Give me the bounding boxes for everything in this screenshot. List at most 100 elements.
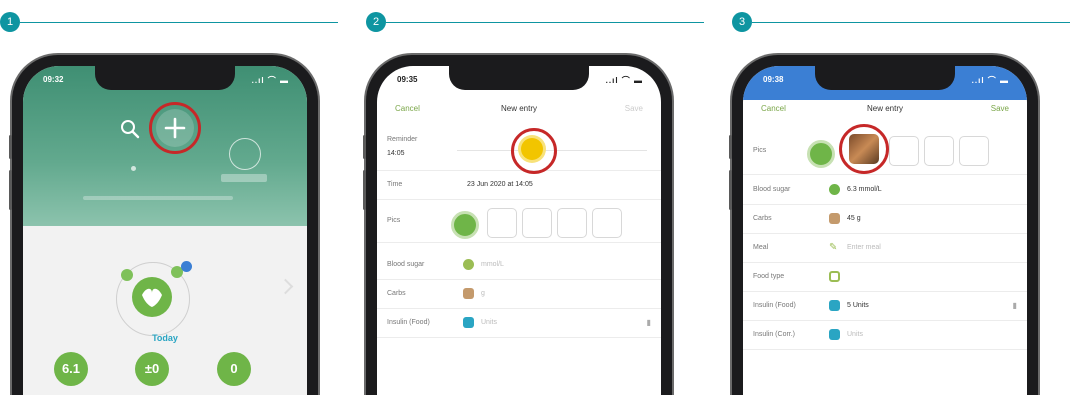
step-number: 1 (0, 12, 20, 32)
step-divider (20, 21, 338, 23)
phone-screen: 09:38 ..ıl ⌒ ▬ Cancel New entry Save Pic… (743, 66, 1027, 395)
status-icons: ..ıl ⌒ ▬ (251, 76, 289, 85)
insulin-icon (829, 300, 840, 311)
volume-button (9, 170, 12, 210)
reminder-value: 14:05 (387, 150, 405, 157)
phone-screen: 09:35 ..ıl ⌒ ▬ Cancel New entry Save Rem… (377, 66, 661, 395)
photo-slot[interactable] (959, 136, 989, 166)
row-label: Carbs (753, 215, 772, 222)
stat-bubble[interactable]: 6.1 (54, 352, 88, 386)
row-label: Insulin (Food) (387, 319, 430, 326)
time-value: 23 Jun 2020 at 14:05 (467, 181, 533, 188)
status-time: 09:35 (397, 75, 418, 84)
entry-row[interactable]: Carbs 45 g (743, 205, 1027, 234)
volume-button (729, 170, 732, 210)
row-value[interactable]: Units (481, 319, 497, 326)
food-type-icon (829, 271, 840, 282)
row-value[interactable]: mmol/L (481, 261, 504, 268)
pen-icon[interactable]: ▮ (1013, 301, 1017, 310)
step-1: 1 09:32 ..ıl ⌒ ▬ Today 6.1 ±0 0 (0, 0, 340, 395)
pics-label: Pics (387, 217, 401, 224)
row-value[interactable]: Units (847, 331, 863, 338)
pics-label: Pics (753, 147, 767, 154)
reminder-label: Reminder (387, 136, 418, 143)
stat-bubble[interactable]: 0 (217, 352, 251, 386)
search-icon[interactable] (119, 118, 141, 140)
highlight-circle (511, 128, 557, 174)
nav-bar: Cancel New entry Save (377, 104, 661, 124)
phone-frame: 09:32 ..ıl ⌒ ▬ Today 6.1 ±0 0 (9, 55, 318, 395)
entry-row[interactable]: Blood sugar 6.3 mmol/L (743, 176, 1027, 205)
photo-slot[interactable] (924, 136, 954, 166)
save-button[interactable]: Save (991, 104, 1009, 113)
phone-notch (449, 66, 589, 90)
highlight-circle (839, 124, 889, 174)
day-label: Today (152, 333, 178, 343)
mood-icon[interactable] (132, 277, 172, 317)
row-value[interactable]: 45 g (847, 215, 861, 222)
time-row[interactable]: Time 23 Jun 2020 at 14:05 (377, 171, 661, 200)
header-tabs (83, 196, 233, 200)
highlight-circle (149, 102, 201, 154)
insulin-icon (463, 317, 474, 328)
row-value[interactable]: Enter meal (847, 244, 881, 251)
step-divider (386, 21, 704, 23)
nav-title: New entry (500, 104, 537, 113)
phone-notch (815, 66, 955, 90)
row-label: Blood sugar (753, 186, 791, 193)
photo-slot[interactable] (487, 208, 517, 238)
nav-title: New entry (866, 104, 903, 113)
row-value[interactable]: g (481, 290, 485, 297)
meal-pencil-icon: ✎ (829, 242, 838, 253)
entry-row[interactable]: Carbs g (377, 280, 661, 309)
insulin-icon (829, 329, 840, 340)
phone-notch (95, 66, 235, 90)
phone-screen: 09:32 ..ıl ⌒ ▬ Today 6.1 ±0 0 (23, 66, 307, 395)
step-2: 2 09:35 ..ıl ⌒ ▬ Cancel New entry Save R… (363, 0, 706, 395)
carbs-icon (463, 288, 474, 299)
timer-caption (221, 174, 267, 182)
phone-frame: 09:35 ..ıl ⌒ ▬ Cancel New entry Save Rem… (363, 55, 672, 395)
stat-bubble[interactable]: ±0 (135, 352, 169, 386)
page-dot (131, 166, 136, 171)
time-label: Time (387, 181, 403, 188)
photo-slot[interactable] (592, 208, 622, 238)
save-button[interactable]: Save (625, 104, 643, 113)
entry-row[interactable]: Insulin (Food) Units ▮ (377, 309, 661, 338)
step-number: 3 (732, 12, 752, 32)
row-label: Meal (753, 244, 769, 251)
volume-button (9, 135, 12, 159)
entry-row[interactable]: Blood sugar mmol/L (377, 251, 661, 280)
volume-button (363, 135, 366, 159)
blood-sugar-icon (829, 184, 840, 195)
row-value[interactable]: 6.3 mmol/L (847, 186, 882, 193)
entry-row[interactable]: Food type (743, 263, 1027, 292)
leaf-icon (121, 269, 133, 281)
nav-bar: Cancel New entry Save (743, 104, 1027, 124)
camera-button[interactable] (451, 211, 479, 239)
row-label: Insulin (Food) (753, 302, 796, 309)
camera-button[interactable] (807, 140, 835, 168)
step-number: 2 (366, 12, 386, 32)
row-label: Insulin (Corr.) (753, 331, 796, 338)
status-time: 09:38 (763, 75, 784, 84)
status-icons: ..ıl ⌒ ▬ (605, 76, 643, 85)
photo-slot[interactable] (522, 208, 552, 238)
step-3: 3 09:38 ..ıl ⌒ ▬ Cancel New entry Save P… (729, 0, 1072, 395)
photo-slot[interactable] (557, 208, 587, 238)
row-value[interactable]: 5 Units (847, 302, 869, 309)
blood-sugar-icon (463, 259, 474, 270)
step-divider (752, 21, 1070, 23)
entry-row[interactable]: Insulin (Food) 5 Units ▮ (743, 292, 1027, 321)
entry-row[interactable]: Meal ✎ Enter meal (743, 234, 1027, 263)
row-label: Blood sugar (387, 261, 425, 268)
volume-button (363, 170, 366, 210)
timer-icon[interactable] (229, 138, 261, 170)
carbs-icon (829, 213, 840, 224)
entry-row[interactable]: Insulin (Corr.) Units (743, 321, 1027, 350)
photo-slot[interactable] (889, 136, 919, 166)
pen-icon[interactable]: ▮ (647, 318, 651, 327)
row-label: Food type (753, 273, 785, 280)
status-time: 09:32 (43, 75, 64, 84)
phone-frame: 09:38 ..ıl ⌒ ▬ Cancel New entry Save Pic… (729, 55, 1038, 395)
